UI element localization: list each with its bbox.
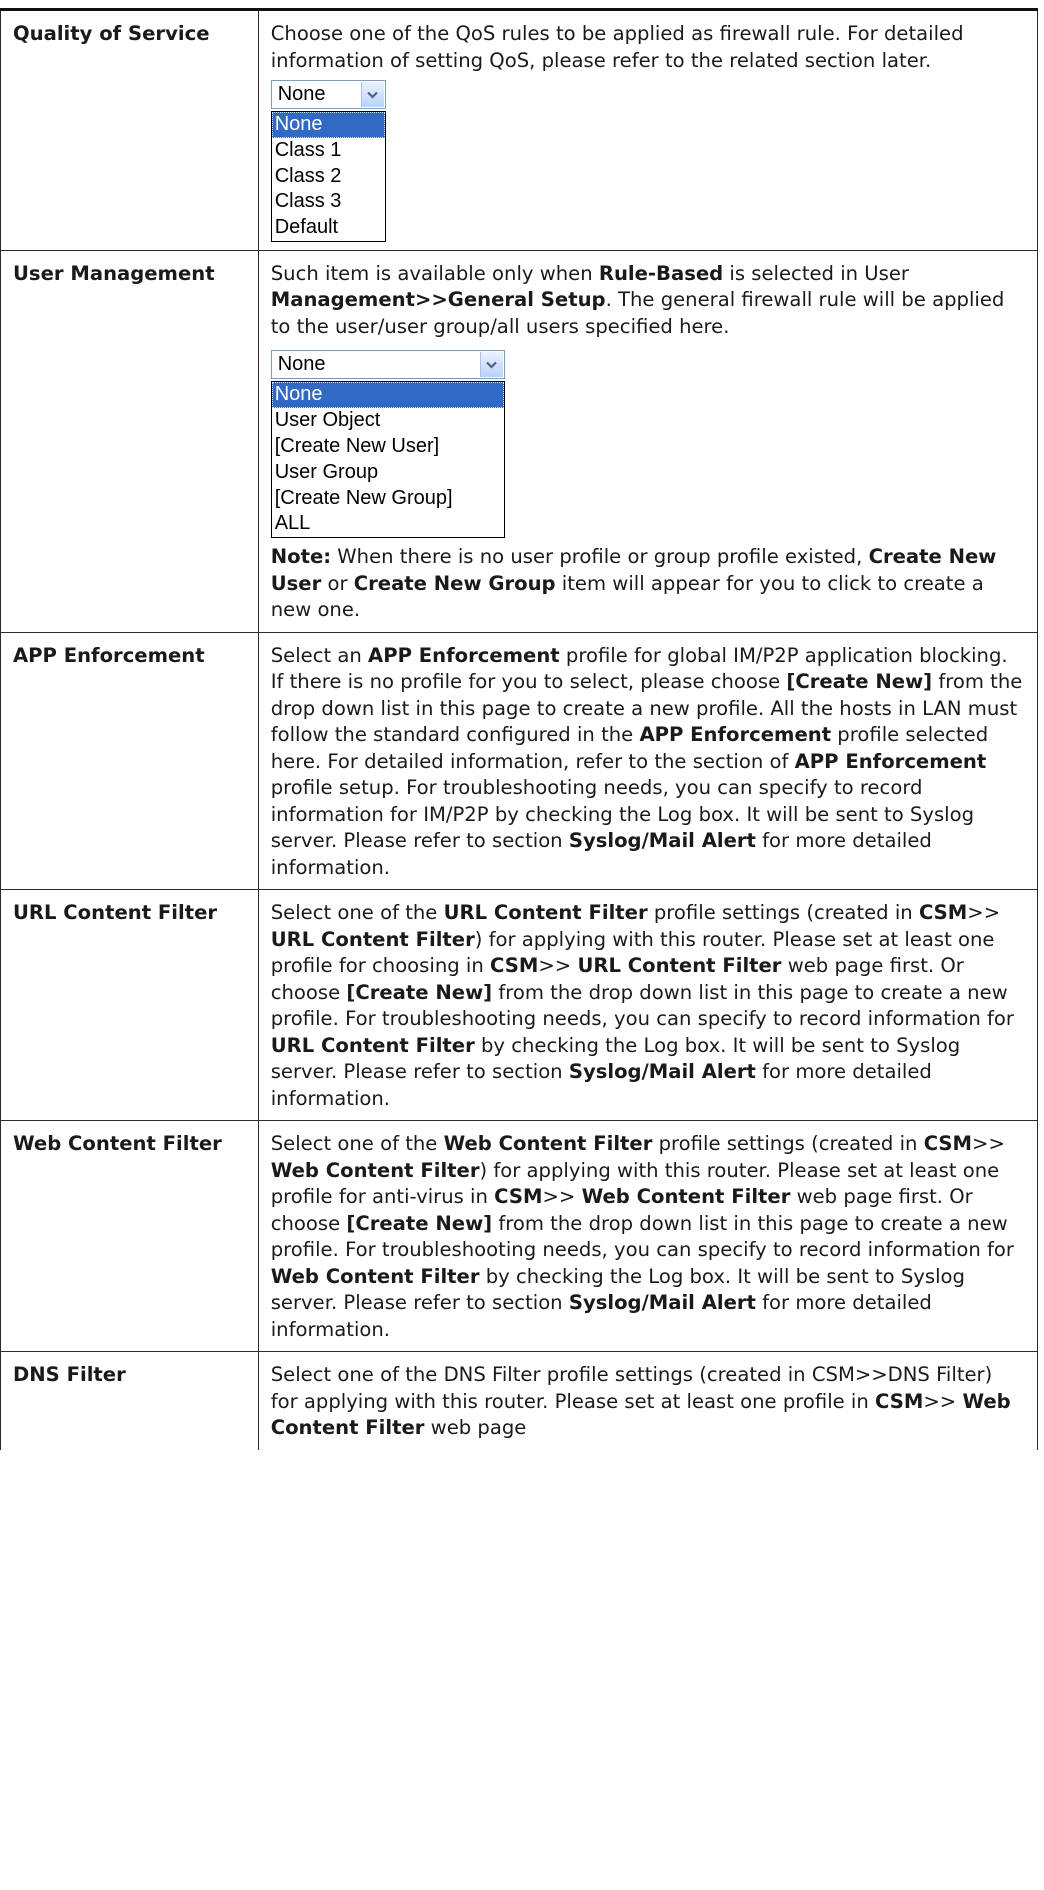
text-segment: profile settings (created in	[647, 901, 919, 925]
bold-text: CSM	[923, 1132, 973, 1156]
user-management-option[interactable]: User Object	[272, 408, 504, 434]
bold-text: [Create New]	[346, 980, 493, 1004]
description-cell: Select one of the Web Content Filter pro…	[257, 1120, 1039, 1353]
bold-text: URL Content Filter	[577, 954, 782, 978]
term-cell: DNS Filter	[0, 1351, 259, 1450]
term-cell: Web Content Filter	[0, 1120, 259, 1353]
description-text: Such item is available only when Rule-Ba…	[271, 261, 1025, 341]
qos-option[interactable]: None	[271, 112, 385, 138]
text-segment: >>	[967, 901, 1001, 925]
bold-text: CSM	[490, 954, 539, 978]
text-segment: Select an	[270, 643, 369, 667]
bold-text: [Create New]	[786, 670, 933, 694]
user-management-option[interactable]: [Create New Group]	[272, 486, 504, 512]
term-cell: URL Content Filter	[0, 889, 259, 1122]
table-row: Web Content Filter Select one of the Web…	[0, 1120, 1039, 1353]
bold-text: URL Content Filter	[443, 901, 648, 925]
bold-text: APP Enforcement	[639, 723, 832, 747]
bold-text: Syslog/Mail Alert	[568, 829, 756, 853]
qos-option-list: None Class 1 Class 2 Class 3 Default	[270, 111, 386, 242]
bold-text: CSM	[918, 901, 968, 925]
bold-text: Management>>General Setup	[270, 288, 606, 312]
description-cell: Select one of the DNS Filter profile set…	[257, 1351, 1039, 1450]
term-cell: Quality of Service	[0, 8, 259, 251]
user-management-select-box[interactable]: None	[270, 350, 505, 380]
bold-text: CSM	[494, 1185, 543, 1209]
text-segment: >>	[923, 1389, 963, 1413]
bold-text: Web Content Filter	[270, 1264, 480, 1288]
table-row: APP Enforcement Select an APP Enforcemen…	[0, 631, 1039, 891]
user-management-select[interactable]: None None User Object [Create New User] …	[270, 350, 505, 539]
bold-text: Syslog/Mail Alert	[568, 1060, 756, 1084]
bold-text: Rule-Based	[598, 261, 724, 285]
text-segment: web page	[424, 1416, 527, 1440]
qos-option[interactable]: Class 1	[272, 138, 385, 164]
user-management-option-list: None User Object [Create New User] User …	[270, 381, 505, 539]
bold-text: Syslog/Mail Alert	[568, 1291, 756, 1315]
qos-select-box[interactable]: None	[270, 80, 386, 109]
user-management-select-value: None	[277, 353, 326, 376]
text-segment: >>	[538, 954, 578, 978]
description-cell: Select an APP Enforcement profile for gl…	[257, 631, 1039, 891]
bold-text: Note:	[270, 545, 332, 569]
description-text: Choose one of the QoS rules to be applie…	[270, 22, 964, 72]
qos-option[interactable]: Class 2	[272, 164, 385, 190]
qos-select[interactable]: None None Class 1 Class 2 Class 3 Defaul…	[270, 80, 386, 242]
parameter-table: Quality of Service Choose one of the QoS…	[0, 8, 1039, 1450]
table-row: DNS Filter Select one of the DNS Filter …	[0, 1351, 1039, 1450]
user-management-option[interactable]: User Group	[272, 460, 504, 486]
qos-select-value: None	[277, 83, 326, 105]
text-segment: or	[321, 571, 354, 595]
table-row: User Management Such item is available o…	[0, 249, 1039, 633]
chevron-down-icon[interactable]	[360, 82, 384, 107]
bold-text: URL Content Filter	[270, 927, 475, 951]
text-segment: Select one of the	[270, 901, 444, 925]
term-cell: APP Enforcement	[0, 631, 259, 891]
qos-option[interactable]: Class 3	[272, 189, 385, 215]
bold-text: [Create New]	[346, 1211, 493, 1235]
text-segment: Such item is available only when	[270, 261, 599, 285]
note-text: Note: When there is no user profile or g…	[271, 544, 1025, 624]
user-management-option[interactable]: None	[271, 382, 504, 409]
bold-text: Create New Group	[353, 571, 556, 595]
description-cell: Such item is available only when Rule-Ba…	[257, 249, 1039, 633]
text-segment: profile settings (created in	[652, 1132, 924, 1156]
text-segment: is selected in User	[723, 261, 909, 285]
table-row: Quality of Service Choose one of the QoS…	[0, 8, 1039, 251]
text-segment: >>	[542, 1185, 582, 1209]
bold-text: APP Enforcement	[794, 749, 987, 773]
bold-text: APP Enforcement	[368, 643, 560, 667]
chevron-down-icon[interactable]	[479, 352, 503, 378]
qos-option[interactable]: Default	[272, 215, 385, 241]
table-row: URL Content Filter Select one of the URL…	[0, 889, 1039, 1122]
user-management-option[interactable]: ALL	[272, 511, 504, 537]
bold-text: Web Content Filter	[581, 1185, 791, 1209]
bold-text: Web Content Filter	[270, 1158, 480, 1182]
bold-text: CSM	[875, 1389, 924, 1413]
bold-text: URL Content Filter	[270, 1033, 475, 1057]
description-cell: Choose one of the QoS rules to be applie…	[257, 8, 1039, 251]
user-management-option[interactable]: [Create New User]	[272, 434, 504, 460]
text-segment: >>	[972, 1132, 1005, 1156]
text-segment: Select one of the	[270, 1132, 444, 1156]
bold-text: Web Content Filter	[443, 1132, 653, 1156]
description-cell: Select one of the URL Content Filter pro…	[257, 889, 1039, 1122]
term-cell: User Management	[0, 249, 259, 633]
text-segment: When there is no user profile or group p…	[331, 545, 869, 569]
